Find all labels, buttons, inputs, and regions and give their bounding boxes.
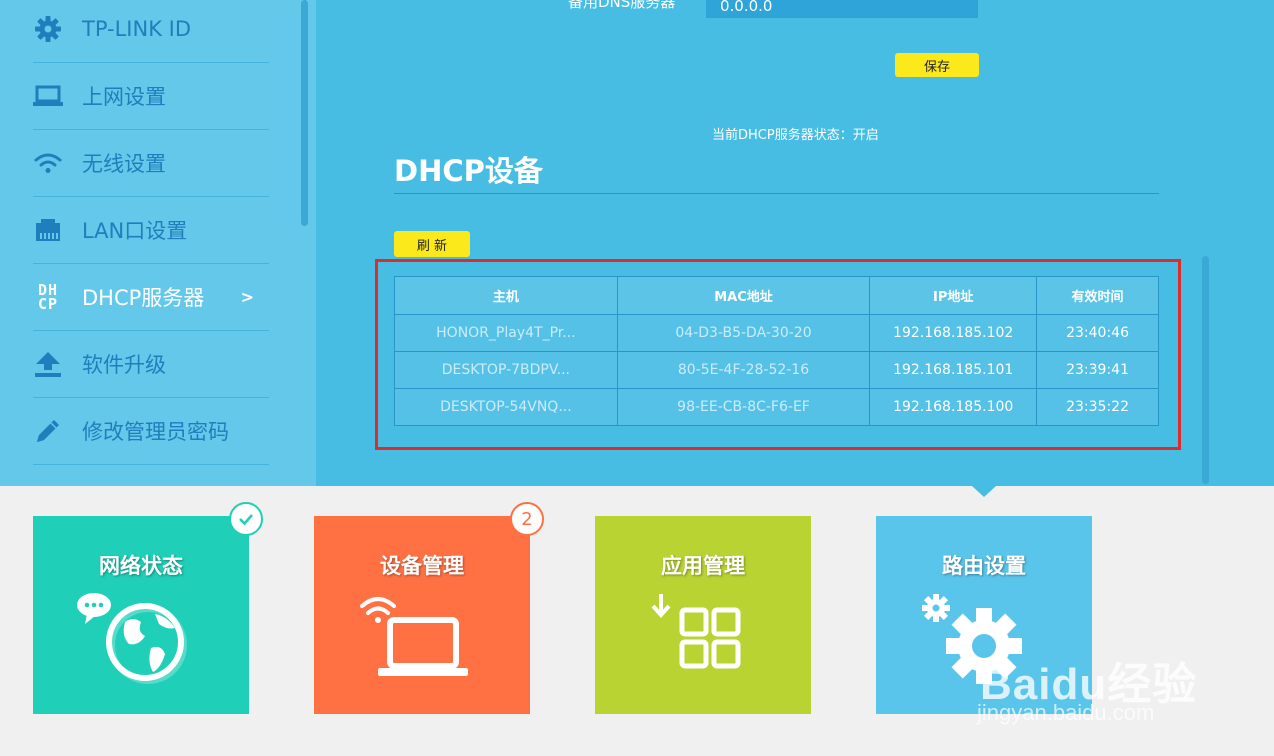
sidebar-item-wireless-settings[interactable]: 无线设置 [33,130,269,197]
sidebar: TP-LINK ID 上网设置 无线设置 LAN口设置 DH CP DHCP服务… [0,0,316,486]
sidebar-item-firmware-upgrade[interactable]: 软件升级 [33,331,269,398]
upload-icon [33,349,63,379]
wifi-icon [33,148,63,178]
check-badge [229,502,263,536]
sidebar-item-tplink-id[interactable]: TP-LINK ID [33,0,269,63]
sidebar-item-label: LAN口设置 [82,219,188,243]
sidebar-item-dhcp-server[interactable]: DH CP DHCP服务器 > [33,264,269,331]
red-highlight-box [375,259,1181,450]
dhcp-main-panel: 备用DNS服务器 保存 当前DHCP服务器状态：开启 DHCP设备 刷 新 主机… [316,0,1274,486]
refresh-button[interactable]: 刷 新 [394,231,470,257]
tile-app-management[interactable]: 应用管理 [595,516,811,714]
chevron-right-icon: > [240,287,254,307]
save-button[interactable]: 保存 [895,53,979,77]
secondary-dns-input[interactable] [706,0,978,18]
tile-title: 网络状态 [99,554,183,578]
badge-count: 2 [521,508,533,530]
watermark-url: jingyan.baidu.com [977,700,1155,725]
globe-chat-icon [77,593,187,684]
laptop-icon [33,81,63,111]
dhcp-server-status: 当前DHCP服务器状态：开启 [712,128,879,143]
page-title: DHCP设备 [394,154,543,188]
sidebar-item-lan-settings[interactable]: LAN口设置 [33,197,269,264]
secondary-dns-label: 备用DNS服务器 [568,0,676,11]
divider [394,193,1159,194]
sidebar-item-label: 无线设置 [82,152,166,176]
sidebar-item-change-admin-password[interactable]: 修改管理员密码 [33,398,269,465]
tile-title: 应用管理 [661,554,745,578]
laptop-wifi-icon [360,597,468,676]
sidebar-item-internet-settings[interactable]: 上网设置 [33,63,269,130]
gear-icon [33,14,63,44]
active-tab-pointer [972,486,996,497]
dhcp-icon: DH CP [37,281,59,313]
tile-network-status[interactable]: 网络状态 [33,502,263,714]
main-scrollbar[interactable] [1202,256,1209,484]
tile-title: 设备管理 [380,554,464,578]
lan-port-icon [33,215,63,245]
app-grid-icon [651,594,741,669]
notification-badge: 2 [510,502,544,536]
tile-title: 路由设置 [942,554,1026,578]
sidebar-scrollbar[interactable] [301,0,308,226]
sidebar-item-label: DHCP服务器 [82,286,205,310]
sidebar-item-label: 软件升级 [82,353,166,377]
tile-device-management[interactable]: 设备管理 2 [314,502,544,714]
sidebar-item-label: 修改管理员密码 [82,420,229,444]
sidebar-item-label: 上网设置 [82,85,166,109]
pencil-icon [33,416,63,446]
sidebar-item-label: TP-LINK ID [82,17,192,41]
check-icon [239,514,253,526]
